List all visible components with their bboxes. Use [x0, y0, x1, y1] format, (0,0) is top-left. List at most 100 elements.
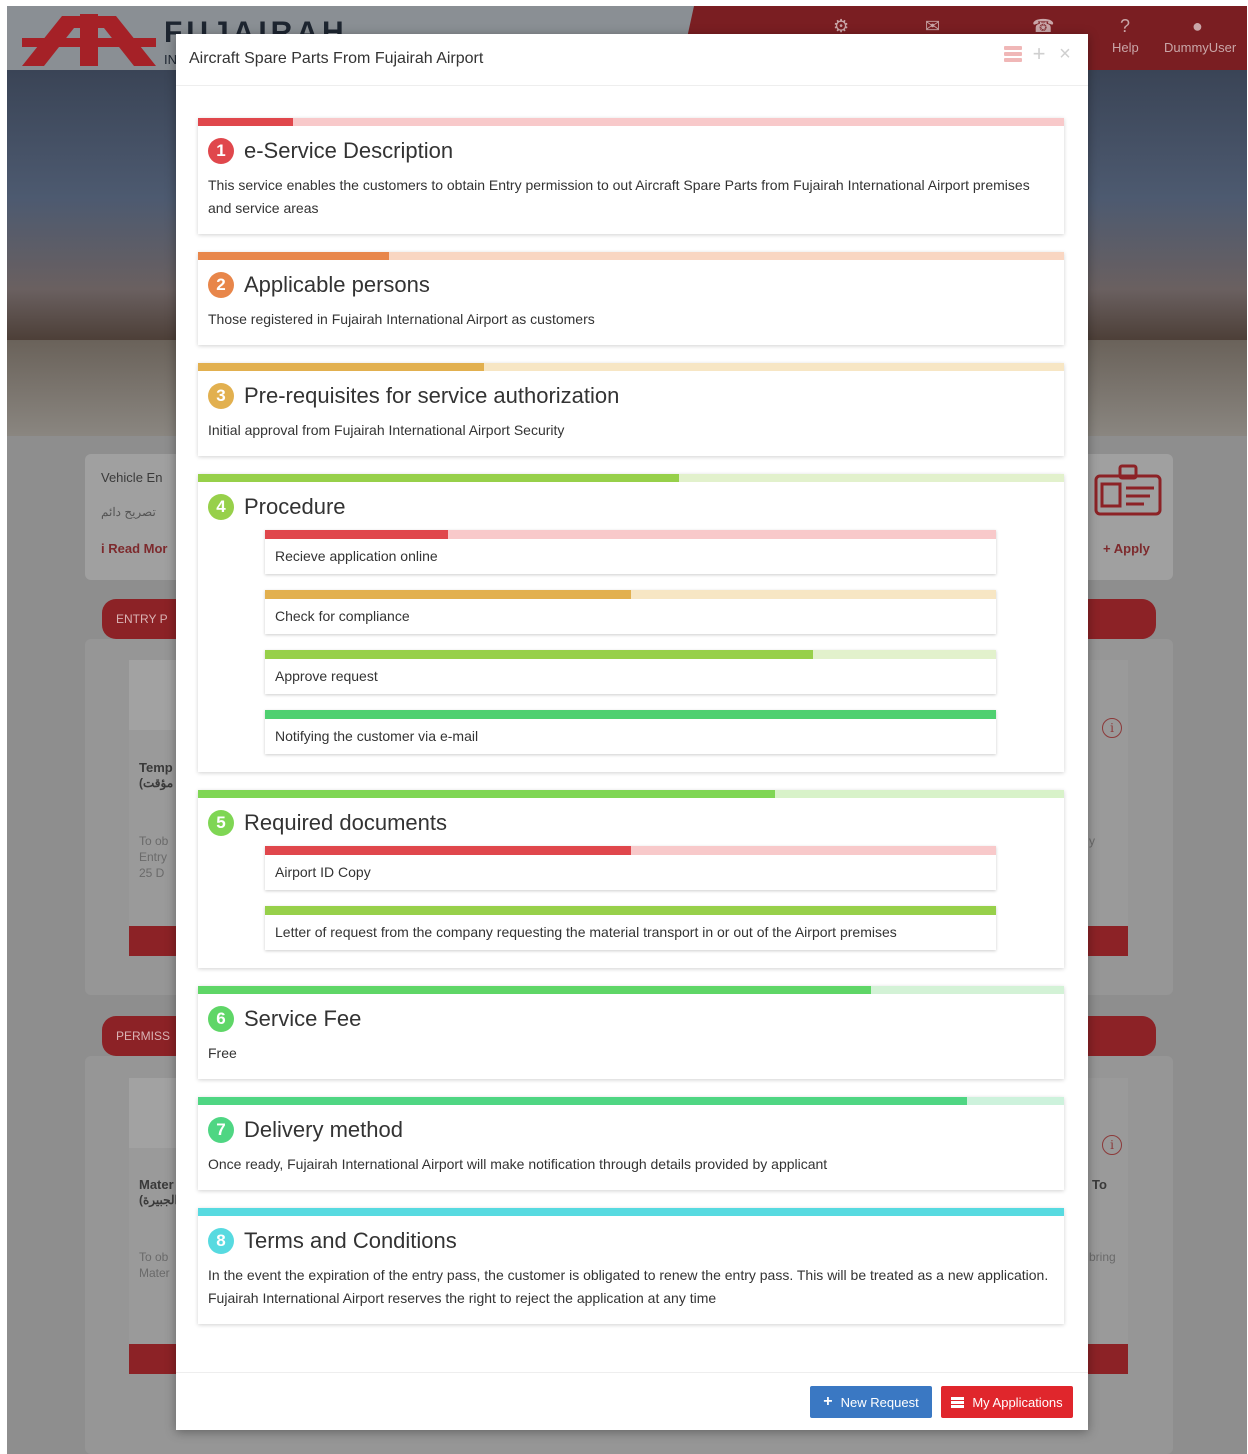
section-header: 5 Required documents: [198, 798, 1064, 836]
step-number-badge: 3: [208, 383, 234, 409]
help-link[interactable]: Help: [1112, 40, 1139, 55]
list-item-text: Airport ID Copy: [275, 864, 371, 880]
right-card-desc: y: [1089, 834, 1095, 848]
item-progress-bar: [265, 530, 996, 539]
item-progress-bar: [265, 650, 996, 659]
material-card-footer[interactable]: [129, 1344, 179, 1374]
modal-title: Aircraft Spare Parts From Fujairah Airpo…: [189, 50, 484, 67]
section-header: 6 Service Fee: [198, 994, 1064, 1032]
right-card-footer[interactable]: [1088, 926, 1128, 956]
my-applications-label: My Applications: [972, 1394, 1063, 1410]
new-request-button[interactable]: + New Request: [810, 1386, 932, 1418]
expand-plus-icon[interactable]: +: [1030, 43, 1048, 65]
info-icon-2[interactable]: i: [1102, 1135, 1122, 1155]
list-icon: [951, 1396, 965, 1408]
vehicle-card-title: Vehicle En: [101, 470, 163, 485]
section-header: 2 Applicable persons: [198, 260, 1064, 298]
section-card: 4 Procedure Recieve application online Chec…: [198, 474, 1064, 772]
my-applications-button[interactable]: My Applications: [941, 1386, 1073, 1418]
id-card-icon: [1094, 464, 1162, 516]
section-card: 3 Pre-requisites for service authorizatio…: [198, 363, 1064, 456]
section-title: Required documents: [244, 810, 448, 835]
section-title: Pre-requisites for service authorization: [244, 383, 620, 408]
list-icon[interactable]: [1004, 44, 1022, 64]
right-card-2-title: To: [1092, 1177, 1107, 1192]
temp-card-arabic: (مؤقت: [139, 776, 174, 790]
section-card: 8 Terms and Conditions In the event the ex…: [198, 1208, 1064, 1324]
section-header: 1 e-Service Description: [198, 126, 1064, 164]
vehicle-card-arabic: تصريح دائم: [101, 505, 156, 519]
new-request-label: New Request: [840, 1394, 919, 1410]
section-header: 7 Delivery method: [198, 1105, 1064, 1143]
section-item-list: Airport ID Copy Letter of request from th…: [198, 836, 1064, 968]
permission-tab-label: PERMISS: [116, 1029, 171, 1043]
temp-card-desc-1: To ob: [139, 834, 169, 848]
step-number-badge: 4: [208, 494, 234, 520]
list-item: Recieve application online: [265, 530, 996, 574]
material-card-desc-2: Mater: [139, 1266, 170, 1280]
item-progress-bar-fill: [265, 710, 996, 719]
close-icon[interactable]: ×: [1056, 44, 1074, 64]
right-card[interactable]: [1088, 660, 1128, 956]
section-title: e-Service Description: [244, 138, 454, 163]
section-progress-bar: [198, 252, 1064, 260]
user-icon[interactable]: ●: [1192, 16, 1203, 37]
item-progress-bar-fill: [265, 846, 631, 855]
section-title: Procedure: [244, 494, 346, 519]
right-card-2-desc: bring: [1089, 1250, 1116, 1264]
section-progress-bar: [198, 363, 1064, 371]
material-card-image: [129, 1078, 179, 1148]
item-progress-bar: [265, 906, 996, 915]
step-number-badge: 2: [208, 272, 234, 298]
item-progress-bar: [265, 710, 996, 719]
section-title: Service Fee: [244, 1006, 362, 1031]
section-card: 6 Service Fee Free: [198, 986, 1064, 1079]
section-progress-bar-fill: [198, 1208, 1064, 1216]
section-body: Those registered in Fujairah Internation…: [208, 311, 595, 327]
list-item: Approve request: [265, 650, 996, 694]
temp-card-desc-2: Entry: [139, 850, 168, 864]
right-card-2[interactable]: [1088, 1078, 1128, 1374]
list-item: Letter of request from the company reque…: [265, 906, 996, 950]
apply-label: Apply: [1113, 541, 1150, 556]
item-progress-bar-fill: [265, 590, 631, 599]
section-title: Terms and Conditions: [244, 1228, 457, 1253]
section-progress-bar-fill: [198, 363, 484, 371]
apply-link[interactable]: + Apply: [1103, 541, 1150, 556]
fujairah-airport-logo-icon: [22, 14, 156, 66]
step-number-badge: 6: [208, 1006, 234, 1032]
section-body: Initial approval from Fujairah Internati…: [208, 422, 565, 438]
item-progress-bar: [265, 590, 996, 599]
section-progress-bar: [198, 118, 1064, 126]
plus-icon: +: [823, 1393, 833, 1410]
question-icon[interactable]: ?: [1120, 16, 1130, 37]
material-card-desc-1: To ob: [139, 1250, 169, 1264]
list-item: Airport ID Copy: [265, 846, 996, 890]
right-card-2-footer[interactable]: [1088, 1344, 1128, 1374]
info-icon[interactable]: i: [1102, 718, 1122, 738]
item-progress-bar-fill: [265, 530, 448, 539]
item-progress-bar: [265, 846, 996, 855]
section-item-list: Recieve application online Check for comp…: [198, 520, 1064, 772]
item-progress-bar-fill: [265, 906, 996, 915]
section-progress-bar-fill: [198, 1097, 967, 1105]
user-link[interactable]: DummyUser: [1164, 40, 1236, 55]
section-body: Once ready, Fujairah International Airpo…: [208, 1156, 828, 1172]
temp-card-image: [129, 660, 179, 730]
read-more-link[interactable]: i Read Mor: [101, 541, 167, 556]
temp-card-footer[interactable]: [129, 926, 179, 956]
section-progress-bar-fill: [198, 118, 294, 126]
section-progress-bar: [198, 1208, 1064, 1216]
section-progress-bar-fill: [198, 252, 389, 260]
modal-footer: + New Request My Applications: [176, 1372, 1088, 1430]
section-header: 4 Procedure: [198, 482, 1064, 520]
step-number-badge: 1: [208, 138, 234, 164]
section-progress-bar: [198, 474, 1064, 482]
section-body: This service enables the customers to ob…: [208, 177, 1030, 216]
section-title: Applicable persons: [244, 272, 430, 297]
section-progress-bar: [198, 986, 1064, 994]
modal-controls: + ×: [1004, 43, 1074, 65]
list-item-text: Check for compliance: [275, 608, 410, 624]
section-progress-bar: [198, 1097, 1064, 1105]
section-card: 5 Required documents Airport ID Copy Letter…: [198, 790, 1064, 968]
